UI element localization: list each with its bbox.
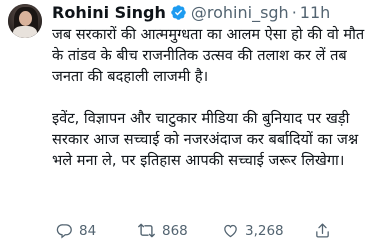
- retweet-button[interactable]: 868: [137, 222, 188, 239]
- author-name[interactable]: Rohini Singh: [52, 3, 166, 22]
- author-handle[interactable]: @rohini_sgh: [191, 3, 289, 22]
- share-icon: [314, 222, 331, 239]
- timestamp[interactable]: 11h: [300, 3, 331, 22]
- verified-badge-icon: [170, 4, 187, 21]
- avatar[interactable]: [8, 4, 42, 38]
- like-button[interactable]: 3,268: [222, 222, 284, 239]
- tweet-actions: 84 868 3,268: [52, 222, 368, 242]
- reply-button[interactable]: 84: [56, 222, 96, 239]
- tweet-paragraph-1: जब सरकारों की आत्ममुग्धता का आलम ऐसा हो …: [52, 26, 365, 85]
- reply-icon: [56, 222, 73, 239]
- share-button[interactable]: [314, 222, 331, 239]
- like-count: 3,268: [245, 222, 284, 239]
- reply-count: 84: [79, 222, 97, 239]
- tweet-header: Rohini Singh @rohini_sgh · 11h: [52, 2, 330, 22]
- tweet-text: जब सरकारों की आत्ममुग्धता का आलम ऐसा हो …: [52, 24, 368, 171]
- heart-icon: [222, 222, 239, 239]
- retweet-icon: [137, 222, 156, 239]
- tweet-paragraph-2: इवेंट, विज्ञापन और चाटुकार मीडिया की बुन…: [52, 110, 359, 169]
- retweet-count: 868: [162, 222, 188, 239]
- separator: ·: [291, 2, 297, 22]
